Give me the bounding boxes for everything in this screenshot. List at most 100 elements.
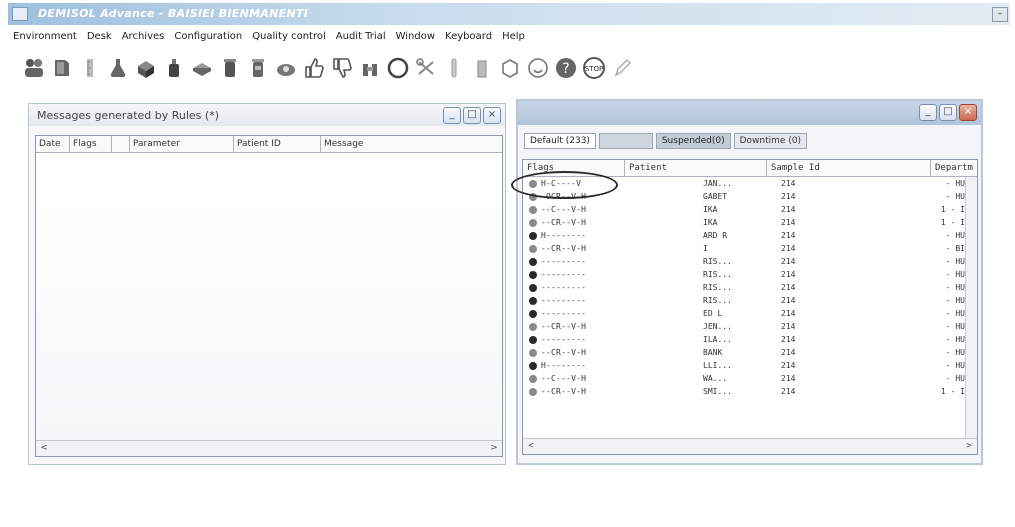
row-department: - HU xyxy=(945,309,965,318)
status-dot-icon xyxy=(529,348,537,357)
table-row[interactable]: H-------- ARD R 214 - HU xyxy=(523,229,965,242)
messages-maximize-button[interactable]: □ xyxy=(463,107,481,124)
column-flags[interactable]: Flags xyxy=(523,160,625,176)
table-row[interactable]: --------- RIS... 214 - HU xyxy=(523,294,965,307)
menu-quality-control[interactable]: Quality control xyxy=(247,29,331,45)
scissors-icon[interactable] xyxy=(412,54,440,82)
column-message[interactable]: Message xyxy=(321,136,502,152)
menu-keyboard[interactable]: Keyboard xyxy=(440,29,497,45)
row-flags: -OCR--V-H xyxy=(541,192,587,201)
ruler-icon[interactable] xyxy=(76,54,104,82)
scroll-right-arrow-icon[interactable]: > xyxy=(962,439,976,453)
column-sample-id[interactable]: Sample Id xyxy=(767,160,931,176)
list-maximize-button[interactable]: □ xyxy=(939,104,957,121)
app-system-menu-icon[interactable] xyxy=(12,7,28,21)
table-row[interactable]: --CR--V-H SMI... 214 1 - I xyxy=(523,385,965,398)
box-icon[interactable] xyxy=(496,54,524,82)
table-row[interactable]: --------- RIS... 214 - HU xyxy=(523,281,965,294)
search-tube-icon[interactable] xyxy=(272,54,300,82)
row-sample-id: 214 xyxy=(781,322,796,331)
tab-downtime[interactable]: Downtime (0) xyxy=(733,133,808,149)
help-icon[interactable]: ? xyxy=(552,54,580,82)
table-row[interactable]: --CR--V-H I 214 - BI xyxy=(523,242,965,255)
scroll-left-arrow-icon[interactable]: < xyxy=(37,441,51,455)
table-row[interactable]: --CR--V-H IKA 214 1 - I xyxy=(523,216,965,229)
status-dot-icon xyxy=(529,205,537,214)
table-row[interactable]: --C---V-H IKA 214 1 - I xyxy=(523,203,965,216)
scroll-right-arrow-icon[interactable]: > xyxy=(487,441,501,455)
table-row[interactable]: --------- RIS... 214 - HU xyxy=(523,255,965,268)
users-icon[interactable] xyxy=(20,54,48,82)
messages-minimize-button[interactable]: _ xyxy=(443,107,461,124)
messages-window-title: Messages generated by Rules (*) xyxy=(37,109,219,122)
hands-icon[interactable] xyxy=(356,54,384,82)
messages-close-button[interactable]: × xyxy=(483,107,501,124)
menu-help[interactable]: Help xyxy=(497,29,530,45)
menu-environment[interactable]: Environment xyxy=(8,29,82,45)
menu-configuration[interactable]: Configuration xyxy=(169,29,247,45)
column-department[interactable]: Departm xyxy=(931,160,977,176)
column-patient[interactable]: Patient xyxy=(625,160,767,176)
table-row[interactable]: --CR--V-H JEN... 214 - HU xyxy=(523,320,965,333)
menu-archives[interactable]: Archives xyxy=(117,29,170,45)
smile-icon[interactable] xyxy=(524,54,552,82)
menu-window[interactable]: Window xyxy=(391,29,440,45)
stop-icon[interactable]: STOP xyxy=(580,54,608,82)
status-dot-icon xyxy=(529,192,537,201)
sample-list-titlebar[interactable]: _ □ × xyxy=(518,101,981,125)
row-flags: --CR--V-H xyxy=(541,244,587,253)
column-blank[interactable] xyxy=(112,136,130,152)
flask-icon[interactable] xyxy=(104,54,132,82)
row-department: - HU xyxy=(945,179,965,188)
messages-table-header: Date Flags Parameter Patient ID Message xyxy=(36,136,502,153)
list-close-button[interactable]: × xyxy=(959,104,977,121)
messages-window-titlebar[interactable]: Messages generated by Rules (*) _ □ × xyxy=(29,104,505,126)
row-patient: RIS... xyxy=(703,283,732,292)
row-department: - HU xyxy=(945,296,965,305)
tray-icon[interactable] xyxy=(188,54,216,82)
column-patient-id[interactable]: Patient ID xyxy=(234,136,321,152)
scroll-left-arrow-icon[interactable]: < xyxy=(524,439,538,453)
vial-icon[interactable] xyxy=(216,54,244,82)
column-parameter[interactable]: Parameter xyxy=(130,136,234,152)
thumbs-down-icon[interactable] xyxy=(328,54,356,82)
tab-reserved[interactable]: Reserved xyxy=(598,133,653,149)
sample-list-vertical-scrollbar[interactable] xyxy=(965,177,977,439)
book-icon[interactable] xyxy=(48,54,76,82)
table-row[interactable]: H-C----V JAN... 214 - HU xyxy=(523,177,965,190)
tube-2-icon[interactable] xyxy=(468,54,496,82)
column-date[interactable]: Date xyxy=(36,136,70,152)
list-minimize-button[interactable]: _ xyxy=(919,104,937,121)
status-dot-icon xyxy=(529,296,537,305)
table-row[interactable]: --C---V-H WA... 214 - HU xyxy=(523,372,965,385)
pencil-icon[interactable] xyxy=(608,54,636,82)
menu-desk[interactable]: Desk xyxy=(82,29,117,45)
row-patient: JAN... xyxy=(703,179,732,188)
vial-2-icon[interactable] xyxy=(244,54,272,82)
status-dot-icon xyxy=(529,244,537,253)
table-row[interactable]: H-------- LLI... 214 - HU xyxy=(523,359,965,372)
row-sample-id: 214 xyxy=(781,218,796,227)
tube-icon[interactable] xyxy=(440,54,468,82)
table-row[interactable]: --------- ED L 214 - HU xyxy=(523,307,965,320)
column-flags[interactable]: Flags xyxy=(70,136,112,152)
app-minimize-button[interactable]: – xyxy=(992,7,1008,22)
sample-list-horizontal-scrollbar[interactable]: < > xyxy=(523,438,977,454)
bottle-icon[interactable] xyxy=(132,54,160,82)
row-sample-id: 214 xyxy=(781,205,796,214)
row-department: 1 - I xyxy=(940,205,965,214)
thumbs-up-icon[interactable] xyxy=(300,54,328,82)
menu-audit-trial[interactable]: Audit Trial xyxy=(331,29,391,45)
tab-suspended[interactable]: Suspended(0) xyxy=(655,133,731,149)
row-department: - HU xyxy=(945,283,965,292)
table-row[interactable]: --CR--V-H BANK 214 - HU xyxy=(523,346,965,359)
table-row[interactable]: --------- ILA... 214 - HU xyxy=(523,333,965,346)
row-sample-id: 214 xyxy=(781,257,796,266)
table-row[interactable]: --------- RIS... 214 - HU xyxy=(523,268,965,281)
circle-icon[interactable] xyxy=(384,54,412,82)
table-row[interactable]: -OCR--V-H GABET 214 - HU xyxy=(523,190,965,203)
tab-default[interactable]: Default (233) xyxy=(524,133,596,149)
row-patient: RIS... xyxy=(703,296,732,305)
messages-horizontal-scrollbar[interactable]: < > xyxy=(36,440,502,456)
bottle-small-icon[interactable] xyxy=(160,54,188,82)
